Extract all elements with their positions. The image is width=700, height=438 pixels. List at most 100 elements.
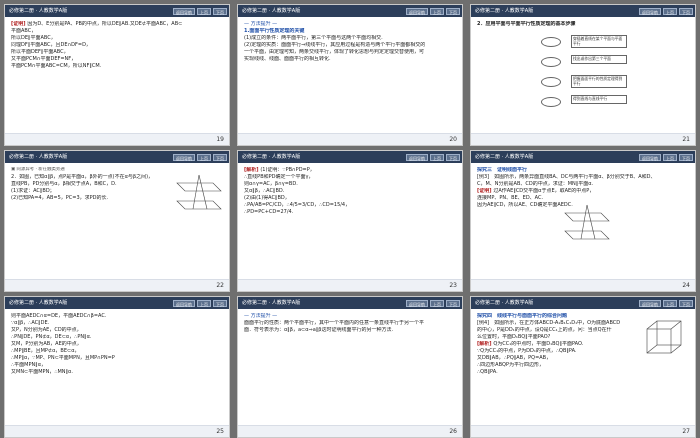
text-line: ∴PA/AB=PC/CD，∴4/5=3/CD，∴CD=15/4， xyxy=(244,202,456,209)
slide-thumbnail[interactable]: 必修第二册 · 人教数学A版 返回导航 上页 下页 [证明] 因为D、E分别是PA、PB… xyxy=(4,4,230,146)
back-nav-button[interactable]: 返回导航 xyxy=(173,7,195,15)
text-line: 则平面AEDC∩α=DE，平面AEDC∩β=AC. xyxy=(11,313,223,320)
slide-thumbnail[interactable]: 必修第二册 · 人教数学A版 返回导航 上页 下页 2．应用平面与平面平行性质定理的基本… xyxy=(470,4,696,146)
line-text: 连接MP、PN、BE、ED、AC. xyxy=(477,195,544,201)
back-nav-button[interactable]: 返回导航 xyxy=(406,299,428,307)
line-text: 则平面AEDC∩α=DE，平面AEDC∩β=AC. xyxy=(11,313,107,319)
text-line: [证明] 过A作AE∥CD交平面α于点E，取AE的中点P， xyxy=(477,188,689,195)
slide-header-title: 必修第二册 · 人教数学A版 xyxy=(9,154,68,160)
back-nav-button[interactable]: 返回导航 xyxy=(406,153,428,161)
next-page-button[interactable]: 下页 xyxy=(679,153,693,161)
text-line: (2)定理的实质：面面平行⇒线线平行，其应用过程是构造与两个平行平面都相交的 xyxy=(244,42,456,49)
slide-header-title: 必修第二册 · 人教数学A版 xyxy=(242,8,301,14)
line-text: 又α∥β，∴AC∥BD. xyxy=(244,188,285,194)
back-nav-button[interactable]: 返回导航 xyxy=(639,299,661,307)
slide-header-title: 必修第二册 · 人教数学A版 xyxy=(475,8,534,14)
slide-body: 则平面AEDC∩α=DE，平面AEDC∩β=AC. ∵α∥β，∴AC∥DE. 又P，… xyxy=(5,309,229,380)
slide-header: 必修第二册 · 人教数学A版 返回导航 上页 下页 xyxy=(471,297,695,309)
prev-page-button[interactable]: 上页 xyxy=(663,153,677,161)
slide-body: — 方法提升 — 面面平行的性质：两个平面平行，其中一个平面内的任意一条直线平行于… xyxy=(238,309,462,338)
line-text: ∴平面MPN∥α， xyxy=(11,362,47,368)
next-page-button[interactable]: 下页 xyxy=(446,7,460,15)
section-heading: 1.面面平行性质定理的关键 xyxy=(244,28,305,34)
slide-body: — 方法提升 —1.面面平行性质定理的关键 (1)成立的条件：两平面平行，第三个平… xyxy=(238,17,462,67)
text-line: 面．符号表示为：α∥β，a⊂α⇒a∥β这时证明线面平行的另一种方法. xyxy=(244,327,456,334)
next-page-button[interactable]: 下页 xyxy=(213,299,227,307)
planes-diagram xyxy=(176,174,222,210)
page-number: 24 xyxy=(471,279,695,291)
back-nav-button[interactable]: 返回导航 xyxy=(406,7,428,15)
back-nav-button[interactable]: 返回导航 xyxy=(639,7,661,15)
slide-header: 必修第二册 · 人教数学A版 返回导航 上页 下页 xyxy=(238,5,462,17)
prev-page-button[interactable]: 上页 xyxy=(197,7,211,15)
page-number: 26 xyxy=(238,425,462,437)
line-text: 又M，P分别为AB，AE的中点， xyxy=(11,341,82,347)
slide-header: 必修第二册 · 人教数学A版 返回导航 上页 下页 xyxy=(5,297,229,309)
line-text: 又平面PCM∩平面DEF=NF， xyxy=(11,56,77,62)
prev-page-button[interactable]: 上页 xyxy=(430,153,444,161)
slide-thumbnail[interactable]: 必修第二册 · 人教数学A版 返回导航 上页 下页 [解析] (1)证明：∵PB∩PD=… xyxy=(237,150,463,292)
section-heading: 探究三 证明线面平行 xyxy=(477,167,528,173)
line-text: ∴PA/AB=PC/CD，∴4/5=3/CD，∴CD=15/4， xyxy=(244,202,351,208)
slide-header-title: 必修第二册 · 人教数学A版 xyxy=(9,8,68,14)
next-page-button[interactable]: 下页 xyxy=(446,153,460,161)
text-line: [例3] 如图所示，两条异面直线BA、DC与两平行平面α、β分别交于B、A和D、 xyxy=(477,174,689,181)
text-line: C，M、N分别是AB、CD的中点，求证：MN∥平面α. xyxy=(477,181,689,188)
line-text: ∴QB∥PA. xyxy=(477,369,498,375)
text-line: ∴四边形ABQP为平行四边形， xyxy=(477,362,689,369)
flow-step-circle xyxy=(541,97,561,107)
back-nav-button[interactable]: 返回导航 xyxy=(173,153,195,161)
line-text: 面．符号表示为：α∥β，a⊂α⇒a∥β这时证明线面平行的另一种方法. xyxy=(244,327,394,333)
text-line: 则α∩γ=AC，β∩γ=BD. xyxy=(244,181,456,188)
slide-header-title: 必修第二册 · 人教数学A版 xyxy=(9,300,68,306)
prev-page-button[interactable]: 上页 xyxy=(197,153,211,161)
line-text: 则α∩γ=AC，β∩γ=BD. xyxy=(244,181,298,187)
text-line: ∴平面MPN∥α， xyxy=(11,362,223,369)
text-line: 又MN⊂平面MPN，∴MN∥α. xyxy=(11,369,223,376)
prev-page-button[interactable]: 上页 xyxy=(430,7,444,15)
slide-header: 必修第二册 · 人教数学A版 返回导航 上页 下页 xyxy=(5,151,229,163)
flow-step-circle xyxy=(541,37,561,47)
flow-step-circle xyxy=(541,77,561,87)
text-line: [证明] 因为D、E分别是PA、PB的中点，所以DE∥AB.又DE⊄平面ABC，… xyxy=(11,21,223,28)
slide-thumbnail[interactable]: 必修第二册 · 人教数学A版 返回导航 上页 下页 — 方法提升 —1.面面平行性质定理… xyxy=(237,4,463,146)
text-line: 平面PCM∩平面ABC=CM，所以NF∥CM. xyxy=(11,63,223,70)
slide-thumbnail-grid: 必修第二册 · 人教数学A版 返回导航 上页 下页 [证明] 因为D、E分别是PA、PB… xyxy=(0,0,700,438)
line-text: 同理DF∥平面ABC，且DE∩DF=D， xyxy=(11,42,91,48)
next-page-button[interactable]: 下页 xyxy=(679,7,693,15)
next-page-button[interactable]: 下页 xyxy=(213,153,227,161)
line-text: 平面PCM∩平面ABC=CM，所以NF∥CM. xyxy=(11,63,102,69)
back-nav-button[interactable]: 返回导航 xyxy=(639,153,661,161)
line-text: Q为CC₁的中点时，平面D₁BQ∥平面PAO. xyxy=(493,341,584,347)
text-line: ∴MP∥α，∵MP、PN⊂平面MPN，且MP∩PN=P xyxy=(11,355,223,362)
next-page-button[interactable]: 下页 xyxy=(446,299,460,307)
line-text: (2)定理的实质：面面平行⇒线线平行，其应用过程是构造与两个平行平面都相交的 xyxy=(244,42,426,48)
page-number: 27 xyxy=(471,425,695,437)
slide-heading: 2．应用平面与平面平行性质定理的基本步骤 xyxy=(477,21,576,27)
line-text: ∵α∥β，∴AC∥DE. xyxy=(11,320,50,326)
line-text: ∴四边形ABQP为平行四边形， xyxy=(477,362,544,368)
slide-header: 必修第二册 · 人教数学A版 返回导航 上页 下页 xyxy=(471,151,695,163)
text-line: ∴PD=PC+CD=27/4. xyxy=(244,209,456,216)
slide-header: 必修第二册 · 人教数学A版 返回导航 上页 下页 xyxy=(238,297,462,309)
line-text: 所以DE∥平面ABC， xyxy=(11,35,56,41)
prev-page-button[interactable]: 上页 xyxy=(430,299,444,307)
method-section-title: — 方法提升 — xyxy=(244,313,278,319)
back-nav-button[interactable]: 返回导航 xyxy=(173,299,195,307)
answer-tag: [证明] xyxy=(477,188,494,194)
prev-page-button[interactable]: 上页 xyxy=(197,299,211,307)
prev-page-button[interactable]: 上页 xyxy=(663,299,677,307)
line-text: 实现线线、线面、面面平行的相互转化. xyxy=(244,56,331,62)
next-page-button[interactable]: 下页 xyxy=(213,7,227,15)
slide-thumbnail[interactable]: 必修第二册 · 人教数学A版 返回导航 上页 下页 ▣ 同源异考 · 新在触类旁通 2．如… xyxy=(4,150,230,292)
answer-tag: [解析] xyxy=(477,341,494,347)
next-page-button[interactable]: 下页 xyxy=(679,299,693,307)
line-text: 直线PB，PD分别与α，β相交于点A，B和C，D. xyxy=(11,180,117,187)
prev-page-button[interactable]: 上页 xyxy=(663,7,677,15)
line-text: 过A作AE∥CD交平面α于点E，取AE的中点P， xyxy=(493,188,595,194)
slide-thumbnail[interactable]: 必修第二册 · 人教数学A版 返回导航 上页 下页 — 方法提升 — 面面平行的性质：两个… xyxy=(237,296,463,438)
slide-thumbnail[interactable]: 必修第二册 · 人教数学A版 返回导航 上页 下页则平面AEDC∩α=DE，平面AED… xyxy=(4,296,230,438)
slide-thumbnail[interactable]: 必修第二册 · 人教数学A版 返回导航 上页 下页探究三 证明线面平行 [例3] 如图所… xyxy=(470,150,696,292)
slide-thumbnail[interactable]: 必修第二册 · 人教数学A版 返回导航 上页 下页 探究四 线线平行与面面平行的综合问题… xyxy=(470,296,696,438)
page-number: 20 xyxy=(238,133,462,145)
